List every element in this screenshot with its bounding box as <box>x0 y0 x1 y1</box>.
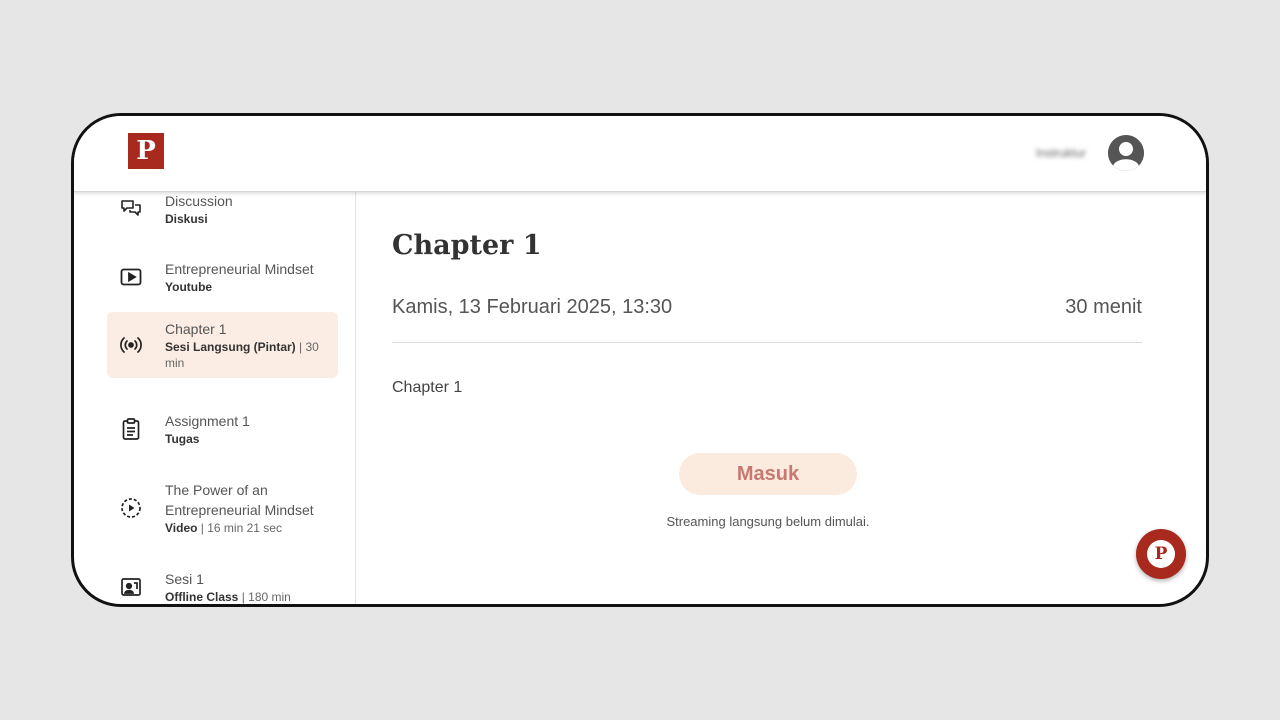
sidebar-item-title: Chapter 1 <box>165 321 227 337</box>
join-button[interactable]: Masuk <box>679 453 857 495</box>
clipboard-icon <box>122 418 140 440</box>
sidebar-item-subtitle: Youtube <box>165 280 213 294</box>
live-broadcast-icon <box>120 337 142 353</box>
sidebar-item-title: Sesi 1 <box>165 571 204 587</box>
video-play-icon <box>121 498 141 518</box>
chat-bubble-icon: P <box>1147 540 1175 568</box>
logo[interactable]: P <box>128 133 164 169</box>
sidebar-item-title: Discussion <box>165 193 233 209</box>
session-date: Kamis, 13 Februari 2025, 13:30 <box>392 296 673 318</box>
classroom-icon <box>121 578 141 596</box>
sidebar-item-discussion[interactable]: Discussion Diskusi <box>107 192 338 234</box>
sidebar-item-subtitle: Offline Class | 180 min <box>165 590 291 604</box>
sidebar-item-subtitle: Video | 16 min 21 sec <box>165 521 282 535</box>
sidebar-item-subtitle: Diskusi <box>165 212 208 226</box>
session-duration: 30 menit <box>1065 296 1142 318</box>
session-description: Chapter 1 <box>392 379 463 396</box>
avatar[interactable] <box>1108 135 1144 171</box>
sidebar-item-power-of-mindset[interactable]: The Power of an Entrepreneurial Mindset … <box>107 473 338 543</box>
sidebar-item-title: Entrepreneurial Mindset <box>165 261 314 277</box>
main-content: Chapter 1 Kamis, 13 Februari 2025, 13:30… <box>356 192 1206 604</box>
sidebar-item-title: The Power of an Entrepreneurial Mindset <box>165 482 314 518</box>
fab-letter: P <box>1154 543 1168 564</box>
top-bar: P Instruktur <box>74 116 1206 192</box>
sidebar-item-title: Assignment 1 <box>165 413 250 429</box>
sidebar-item-chapter-1[interactable]: Chapter 1 Sesi Langsung (Pintar) | 30 mi… <box>107 312 338 378</box>
sidebar: Discussion Diskusi Entrepreneurial Minds… <box>74 192 356 604</box>
sidebar-item-entrepreneurial-mindset[interactable]: Entrepreneurial Mindset Youtube <box>107 252 338 302</box>
sidebar-item-subtitle: Tugas <box>165 432 200 446</box>
sidebar-item-sesi-1[interactable]: Sesi 1 Offline Class | 180 min <box>107 562 338 604</box>
app-frame: P Instruktur Discussion Diskusi Entrepre… <box>71 113 1209 607</box>
discussion-icon <box>121 200 141 216</box>
youtube-play-icon <box>120 268 142 286</box>
sidebar-item-assignment-1[interactable]: Assignment 1 Tugas <box>107 404 338 454</box>
logo-letter: P <box>136 136 156 166</box>
user-avatar-icon <box>1108 135 1144 171</box>
chat-fab-button[interactable]: P <box>1136 529 1186 579</box>
stream-status: Streaming langsung belum dimulai. <box>666 514 870 529</box>
sidebar-item-subtitle: Sesi Langsung (Pintar) | 30 min <box>165 340 319 370</box>
username[interactable]: Instruktur <box>1036 146 1086 160</box>
page-title: Chapter 1 <box>392 230 542 261</box>
divider <box>392 342 1142 343</box>
